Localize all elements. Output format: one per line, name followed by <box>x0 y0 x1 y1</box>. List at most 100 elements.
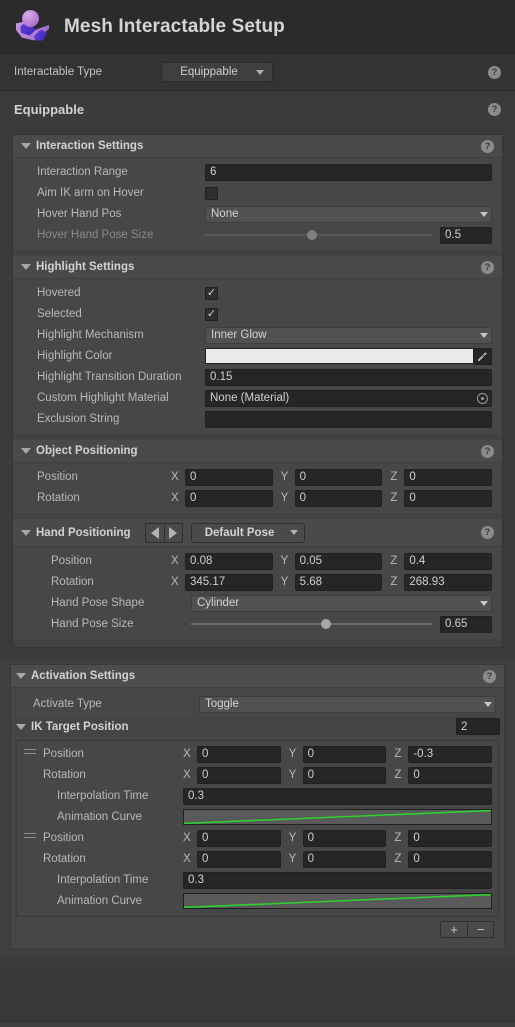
activation-settings-header[interactable]: Activation Settings ? <box>11 665 504 688</box>
ik1-position-row: Position X 0 Y 0 Z 0 <box>43 828 493 848</box>
aim-ik-arm-checkbox[interactable] <box>205 186 218 200</box>
hand-position-label: Position <box>51 555 92 567</box>
custom-highlight-material-field[interactable]: None (Material) <box>205 389 492 407</box>
page-title: Mesh Interactable Setup <box>64 15 285 37</box>
help-icon[interactable]: ? <box>481 526 494 539</box>
add-ik-target-button[interactable]: + <box>440 921 467 938</box>
hand-pose-size-slider[interactable]: 0.65 <box>191 615 492 633</box>
hover-hand-pos-dropdown[interactable]: None <box>205 205 492 223</box>
hand-rotation-y-input[interactable]: 5.68 <box>294 573 383 591</box>
exclusion-string-input[interactable] <box>205 410 492 428</box>
object-position-x-input[interactable]: 0 <box>185 468 273 486</box>
ik1-interpolation-time-input[interactable]: 0.3 <box>183 871 492 889</box>
hovered-checkbox[interactable] <box>205 286 218 300</box>
hover-hand-pose-size-value[interactable]: 0.5 <box>440 226 492 244</box>
color-swatch[interactable] <box>205 348 474 364</box>
highlight-transition-duration-input[interactable]: 0.15 <box>205 368 492 386</box>
ik-target-position-header[interactable]: IK Target Position 2 <box>11 716 504 737</box>
object-positioning-body: Position X 0 Y 0 Z 0 Rotation X 0 Y 0 Z … <box>13 463 502 513</box>
object-rotation-y-input[interactable]: 0 <box>294 489 383 507</box>
hand-positioning-header[interactable]: Hand Positioning Default Pose ? <box>13 519 502 547</box>
next-pose-button[interactable] <box>163 522 183 543</box>
ik1-position-label: Position <box>43 832 84 844</box>
axis-x-label: X <box>183 832 191 844</box>
hand-position-y-input[interactable]: 0.05 <box>294 552 383 570</box>
arrow-left-icon <box>150 526 159 539</box>
ik0-rotation-z-input[interactable]: 0 <box>408 766 493 784</box>
ik0-position-y-input[interactable]: 0 <box>302 745 387 763</box>
highlight-mechanism-dropdown[interactable]: Inner Glow <box>205 326 492 344</box>
interaction-settings-header[interactable]: Interaction Settings ? <box>13 135 502 158</box>
object-positioning-header[interactable]: Object Positioning ? <box>13 440 502 463</box>
help-icon[interactable]: ? <box>488 102 501 116</box>
selected-checkbox[interactable] <box>205 307 218 321</box>
axis-z-label: Z <box>390 471 398 483</box>
hand-pose-size-value[interactable]: 0.65 <box>440 615 492 633</box>
ik0-interpolation-time-input[interactable]: 0.3 <box>183 787 492 805</box>
chevron-down-icon[interactable] <box>21 448 31 454</box>
ik1-rotation-z-input[interactable]: 0 <box>408 850 493 868</box>
axis-y-label: Y <box>280 471 289 483</box>
prev-pose-button[interactable] <box>144 522 164 543</box>
activate-type-dropdown[interactable]: Toggle <box>199 695 496 713</box>
help-icon[interactable]: ? <box>483 669 496 683</box>
pose-selector-dropdown[interactable]: Default Pose <box>190 522 305 543</box>
interactable-type-dropdown[interactable]: Equippable <box>161 62 273 82</box>
chevron-down-icon[interactable] <box>16 723 26 730</box>
object-rotation-x-input[interactable]: 0 <box>185 489 273 507</box>
hand-rotation-z-input[interactable]: 268.93 <box>404 573 493 591</box>
ik0-rotation-x-input[interactable]: 0 <box>197 766 281 784</box>
highlight-settings-header[interactable]: Highlight Settings ? <box>13 256 502 279</box>
chevron-down-icon[interactable] <box>16 673 26 679</box>
object-position-y-input[interactable]: 0 <box>294 468 383 486</box>
interaction-range-input[interactable]: 6 <box>205 163 492 181</box>
help-icon[interactable]: ? <box>488 65 501 79</box>
help-icon[interactable]: ? <box>481 260 494 274</box>
chevron-down-icon[interactable] <box>21 264 31 270</box>
ik1-animation-curve-field[interactable] <box>183 893 492 909</box>
ik1-animation-curve-row: Animation Curve <box>43 891 492 911</box>
object-picker-icon[interactable] <box>477 392 488 404</box>
ik0-position-x-input[interactable]: 0 <box>197 745 281 763</box>
chevron-down-icon[interactable] <box>21 529 31 536</box>
drag-handle-icon[interactable] <box>24 749 36 828</box>
ik1-animation-curve-label: Animation Curve <box>57 895 143 907</box>
object-position-z-input[interactable]: 0 <box>404 468 493 486</box>
eyedropper-icon[interactable] <box>474 347 492 365</box>
activate-type-row: Activate Type Toggle <box>19 693 496 715</box>
ik-target-position-count-input[interactable]: 2 <box>456 718 500 735</box>
arrow-right-icon <box>169 526 178 539</box>
ik1-rotation-row: Rotation X 0 Y 0 Z 0 <box>43 849 493 869</box>
custom-highlight-material-row: Custom Highlight Material None (Material… <box>23 388 492 408</box>
hover-hand-pose-size-slider[interactable]: 0.5 <box>205 226 492 244</box>
highlight-mechanism-label: Highlight Mechanism <box>37 329 144 341</box>
ik1-rotation-x-input[interactable]: 0 <box>197 850 281 868</box>
chevron-down-icon[interactable] <box>21 143 31 149</box>
highlight-color-field[interactable] <box>205 347 492 365</box>
ik0-rotation-y-input[interactable]: 0 <box>302 766 387 784</box>
object-rotation-label: Rotation <box>37 492 80 504</box>
hover-hand-pos-row: Hover Hand Pos None <box>23 204 492 224</box>
ik-target-position-list: Position X 0 Y 0 Z -0.3 Rotation X 0 Y 0… <box>16 740 499 917</box>
chevron-down-icon <box>480 600 488 606</box>
hand-rotation-x-input[interactable]: 345.17 <box>185 573 273 591</box>
help-icon[interactable]: ? <box>481 444 494 458</box>
ik0-position-z-input[interactable]: -0.3 <box>408 745 493 763</box>
object-rotation-z-input[interactable]: 0 <box>404 489 493 507</box>
hovered-row: Hovered <box>23 283 492 303</box>
drag-handle-icon[interactable] <box>24 833 36 912</box>
ik1-position-x-input[interactable]: 0 <box>197 829 281 847</box>
bottom-bar <box>0 1021 515 1027</box>
axis-x-label: X <box>171 555 179 567</box>
hand-position-x-input[interactable]: 0.08 <box>185 552 273 570</box>
remove-ik-target-button[interactable]: − <box>467 921 494 938</box>
axis-y-label: Y <box>280 555 289 567</box>
hand-pose-shape-dropdown[interactable]: Cylinder <box>191 594 492 612</box>
ik1-rotation-vector3: X 0 Y 0 Z 0 <box>183 850 493 868</box>
ik0-animation-curve-field[interactable] <box>183 809 492 825</box>
ik1-position-z-input[interactable]: 0 <box>408 829 493 847</box>
hand-position-z-input[interactable]: 0.4 <box>404 552 493 570</box>
ik1-rotation-y-input[interactable]: 0 <box>302 850 387 868</box>
ik1-position-y-input[interactable]: 0 <box>302 829 387 847</box>
help-icon[interactable]: ? <box>481 139 494 153</box>
